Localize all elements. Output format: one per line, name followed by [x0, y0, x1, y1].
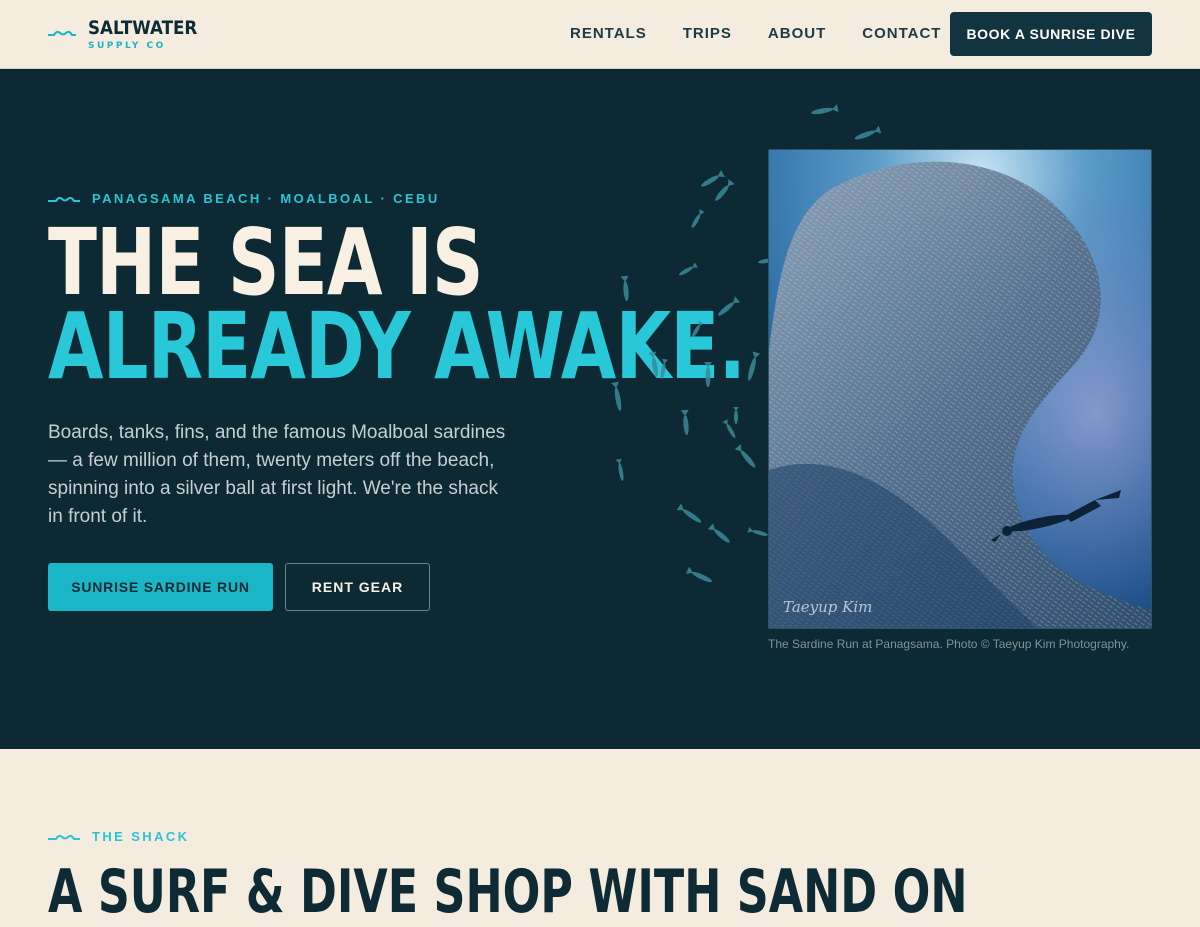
hero-eyebrow: PANAGSAMA BEACH · MOALBOAL · CEBU	[48, 191, 440, 206]
fish-icon	[660, 358, 669, 379]
brand-logo[interactable]: SALTWATER SUPPLY CO	[48, 17, 212, 51]
site-header: SALTWATER SUPPLY CO RENTALS TRIPS ABOUT …	[0, 0, 1200, 69]
fish-icon	[701, 170, 725, 187]
nav-item-trips[interactable]: TRIPS	[683, 25, 732, 42]
book-sunrise-dive-button[interactable]: BOOK A SUNRISE DIVE	[950, 12, 1152, 56]
brand-text: SALTWATER SUPPLY CO	[88, 17, 212, 51]
hero-location: PANAGSAMA BEACH · MOALBOAL · CEBU	[92, 191, 440, 206]
fish-icon	[680, 409, 689, 435]
fish-icon	[718, 296, 741, 316]
photo-caption: The Sardine Run at Panagsama. Photo © Ta…	[768, 637, 1130, 651]
fish-icon	[648, 351, 659, 377]
fish-icon	[811, 104, 839, 115]
fish-icon	[679, 262, 698, 276]
fish-icon	[734, 444, 756, 468]
nav-item-about[interactable]: ABOUT	[768, 25, 826, 42]
hero-section: PANAGSAMA BEACH · MOALBOAL · CEBU THE SE…	[0, 69, 1200, 749]
fish-icon	[676, 503, 702, 523]
fish-icon	[733, 407, 739, 424]
fish-icon	[715, 178, 735, 201]
fish-icon	[748, 351, 761, 381]
brand-name: SALTWATER	[88, 17, 198, 39]
fish-icon	[685, 566, 713, 583]
fish-icon	[704, 362, 712, 387]
sunrise-sardine-run-button[interactable]: SUNRISE SARDINE RUN	[48, 563, 273, 611]
fish-icon	[707, 523, 730, 543]
fish-icon	[615, 458, 624, 481]
fish-icon	[854, 125, 882, 140]
wave-icon	[48, 834, 80, 840]
wave-icon	[48, 30, 76, 36]
fish-icon	[611, 381, 622, 411]
sardine-ball-illustration: Taeyup Kim	[769, 150, 1151, 628]
rent-gear-button[interactable]: RENT GEAR	[285, 563, 430, 611]
photo-signature: Taeyup Kim	[783, 598, 872, 616]
hero-intro: Boards, tanks, fins, and the famous Moal…	[48, 422, 506, 527]
wave-icon	[48, 196, 80, 202]
nav-item-contact[interactable]: CONTACT	[862, 25, 941, 42]
main-nav: RENTALS TRIPS ABOUT CONTACT	[570, 25, 977, 42]
nav-item-rentals[interactable]: RENTALS	[570, 25, 647, 42]
fish-icon	[691, 209, 705, 228]
shack-title: A SURF & DIVE SHOP WITH SAND ON	[48, 857, 968, 927]
brand-tagline: SUPPLY CO	[88, 41, 166, 51]
sardine-run-photo: Taeyup Kim	[768, 149, 1152, 629]
shack-eyebrow: THE SHACK	[48, 829, 189, 844]
fish-icon	[692, 320, 704, 338]
shack-eyebrow-label: THE SHACK	[92, 829, 190, 844]
fish-icon	[620, 275, 629, 301]
fish-icon	[747, 526, 768, 536]
